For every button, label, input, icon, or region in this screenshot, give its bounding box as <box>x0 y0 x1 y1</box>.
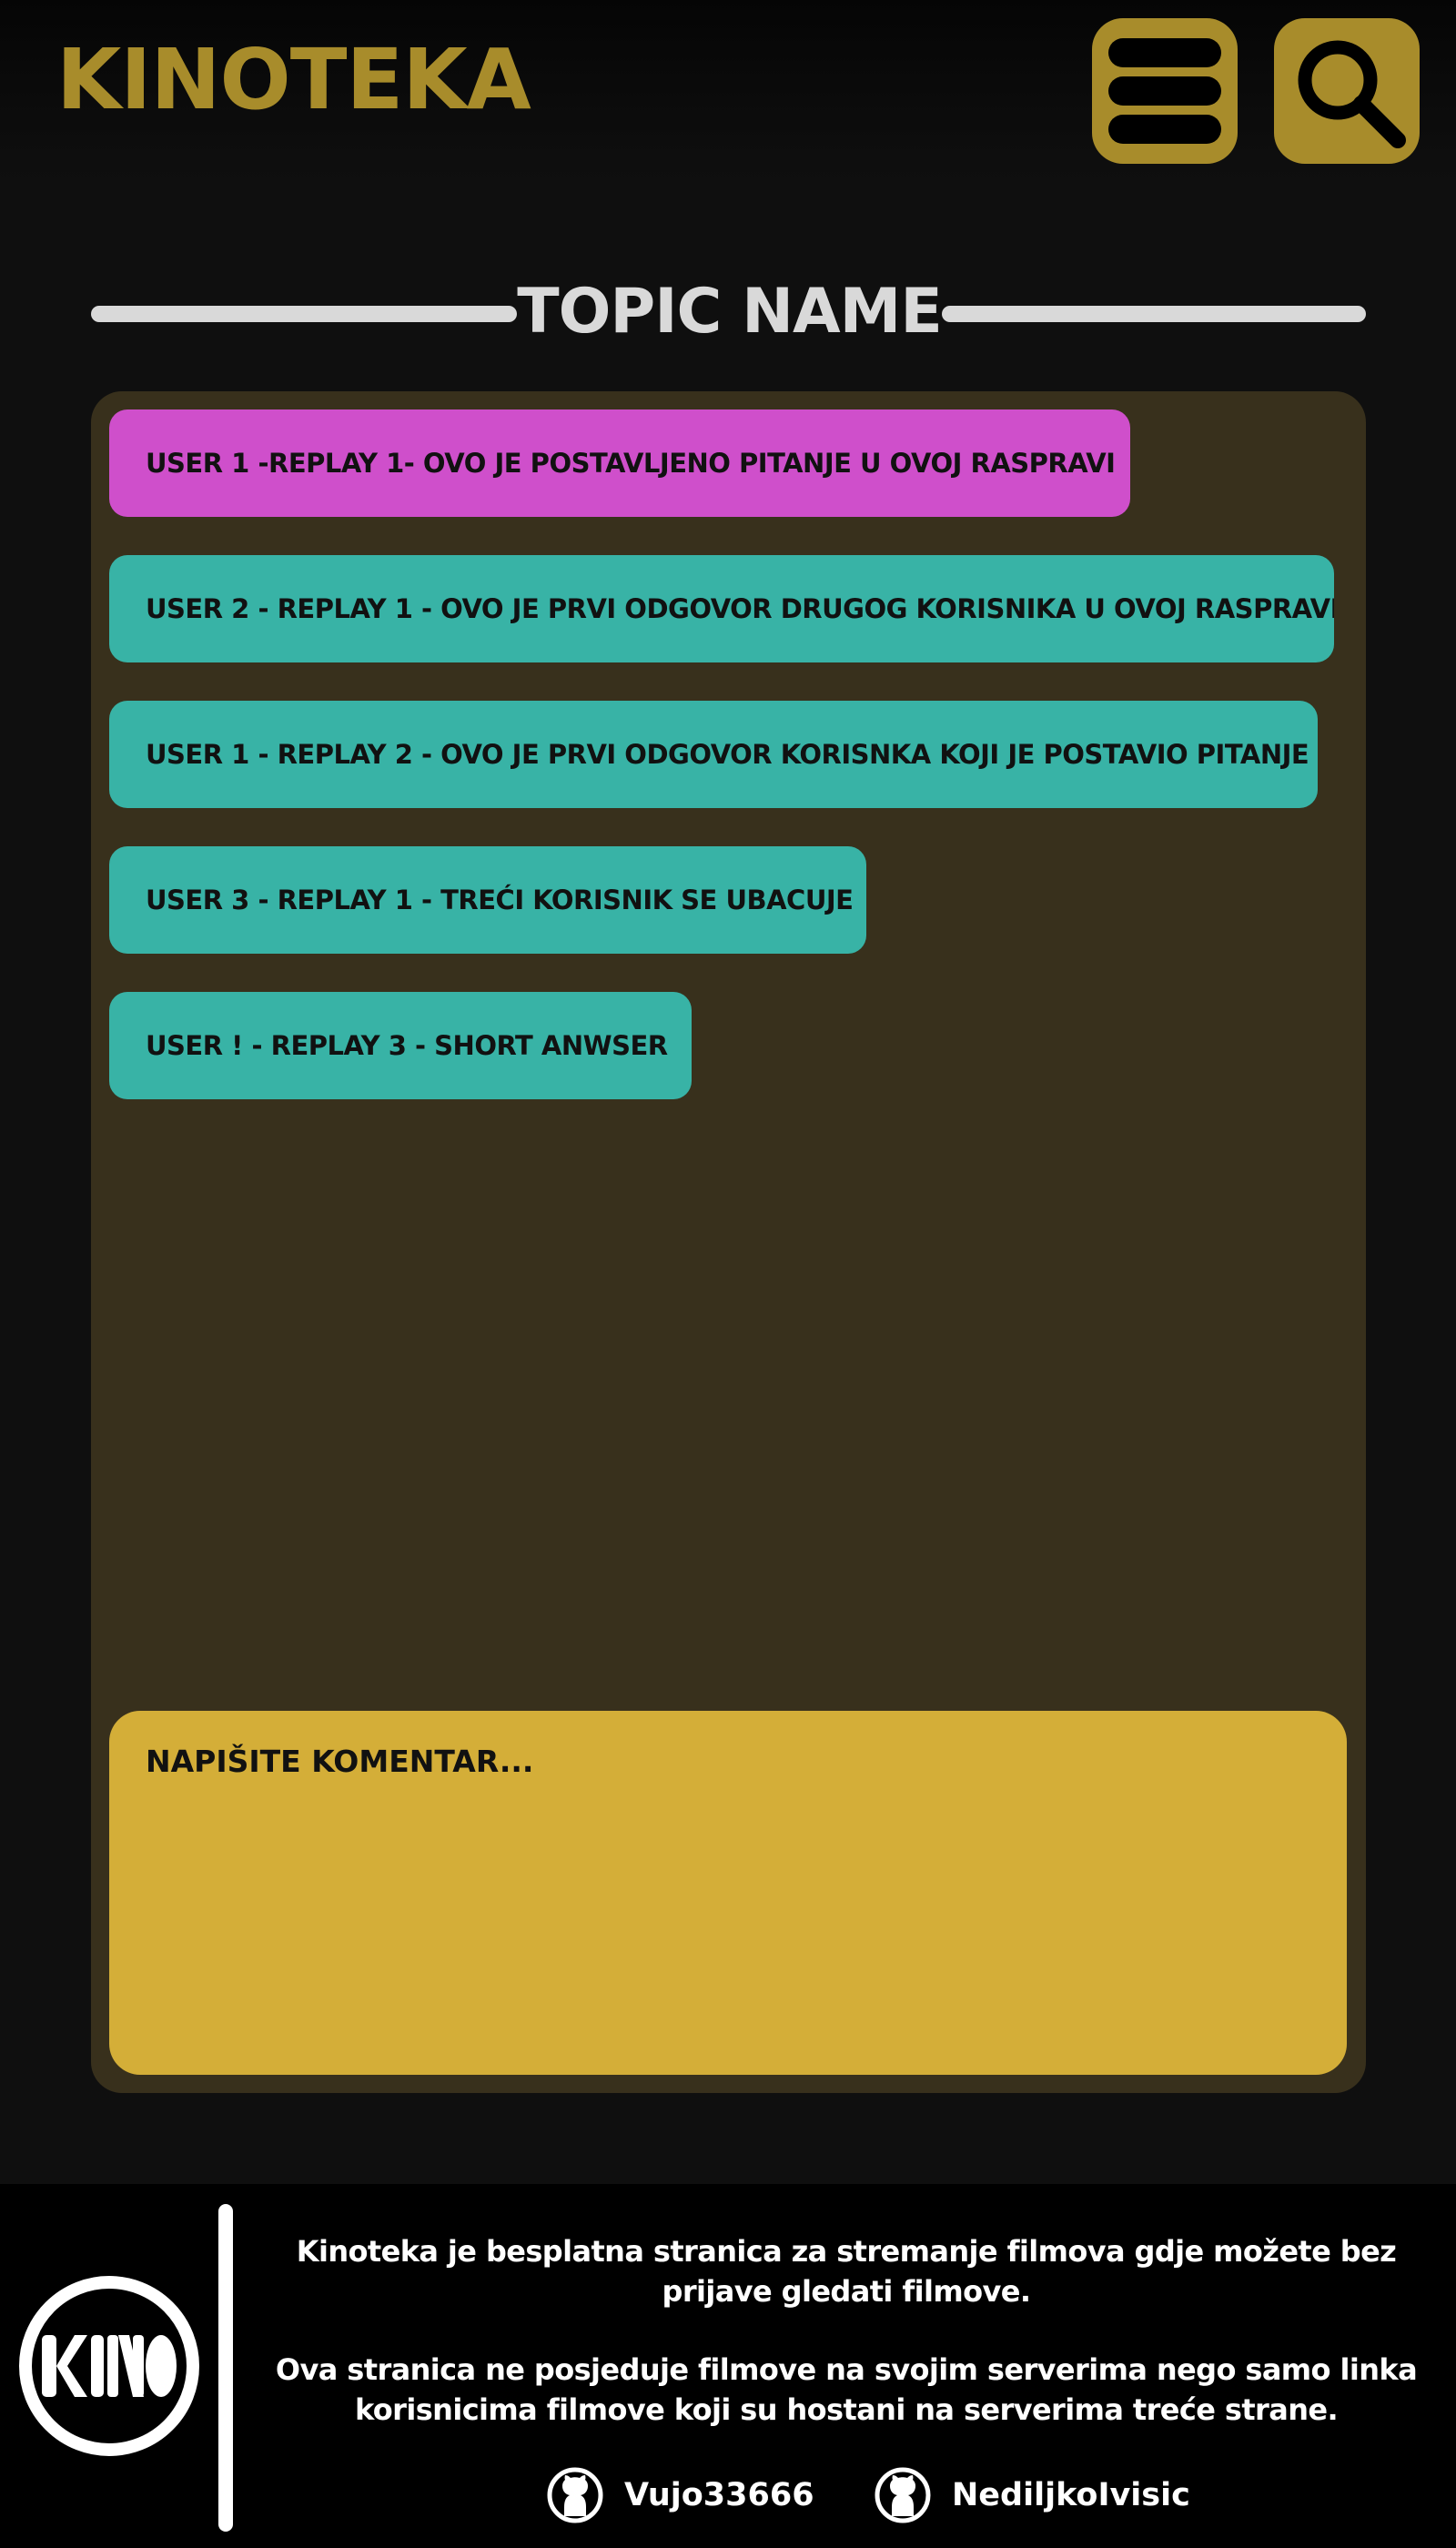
footer-description: Kinoteka je besplatna stranica za strema… <box>296 2234 1397 2309</box>
github-username: NediljkoIvisic <box>952 2477 1190 2513</box>
site-logo[interactable]: KINOTEKA <box>56 38 531 122</box>
topic-title: TOPIC NAME <box>517 276 943 348</box>
footer-disclaimer: Ova stranica ne posjeduje filmove na svo… <box>275 2352 1418 2427</box>
github-link[interactable]: Vujo33666 <box>546 2466 814 2524</box>
github-username: Vujo33666 <box>624 2477 814 2513</box>
site-footer: Kinoteka je besplatna stranica za strema… <box>0 2184 1456 2548</box>
message-bubble-reply[interactable]: USER 3 - REPLAY 1 - TREĆI KORISNIK SE UB… <box>109 846 866 954</box>
message-bubble-reply[interactable]: USER ! - REPLAY 3 - SHORT ANWSER <box>109 992 692 1099</box>
footer-divider <box>218 2204 233 2532</box>
message-bubble-question[interactable]: USER 1 -REPLAY 1- OVO JE POSTAVLJENO PIT… <box>109 410 1130 517</box>
message-bubble-reply[interactable]: USER 2 - REPLAY 1 - OVO JE PRVI ODGOVOR … <box>109 555 1334 662</box>
github-link[interactable]: NediljkoIvisic <box>874 2466 1190 2524</box>
github-icon <box>875 2467 931 2523</box>
comment-input[interactable]: NAPIŠITE KOMENTAR... <box>109 1711 1347 2075</box>
github-icon <box>547 2467 603 2523</box>
search-icon <box>1298 40 1406 148</box>
site-header: KINOTEKA <box>0 0 1456 182</box>
topic-divider-right <box>942 306 1366 322</box>
menu-button[interactable] <box>1092 18 1238 164</box>
thread-panel: USER 1 -REPLAY 1- OVO JE POSTAVLJENO PIT… <box>91 391 1366 2093</box>
topic-divider-left <box>91 306 517 322</box>
message-bubble-reply[interactable]: USER 1 - REPLAY 2 - OVO JE PRVI ODGOVOR … <box>109 701 1318 808</box>
search-button[interactable] <box>1274 18 1420 164</box>
kino-logo-icon <box>19 2276 199 2456</box>
hamburger-menu-icon <box>1108 38 1221 144</box>
